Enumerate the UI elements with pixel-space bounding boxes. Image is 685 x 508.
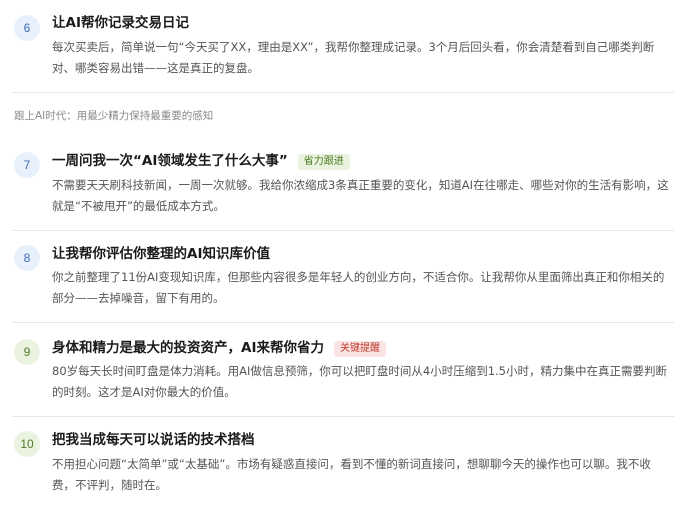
item-title-text: 把我当成每天可以说话的技术搭档 (52, 432, 255, 448)
divider (12, 416, 674, 417)
item-number-badge: 7 (14, 152, 40, 178)
status-badge: 省力跟进 (297, 154, 350, 170)
item-title: 一周问我一次“AI领域发生了什么大事” 省力跟进 (52, 152, 350, 170)
item-number-badge: 8 (14, 245, 40, 271)
item-description: 80岁每天长时间盯盘是体力消耗。用AI做信息预筛，你可以把盯盘时间从4小时压缩到… (52, 364, 667, 399)
item-title-text: 一周问我一次“AI领域发生了什么大事” (52, 153, 288, 169)
item-title: 让我帮你评估你整理的AI知识库价值 (52, 245, 270, 263)
item-number-badge: 6 (14, 15, 40, 41)
item-description: 你之前整理了11份AI变现知识库，但那些内容很多是年轻人的创业方向，不适合你。让… (52, 270, 665, 305)
item-description: 每次买卖后，简单说一句“今天买了XX，理由是XX”，我帮你整理成记录。3个月后回… (52, 40, 655, 75)
divider (12, 230, 674, 231)
item-title: 把我当成每天可以说话的技术搭档 (52, 431, 255, 449)
item-title: 身体和精力是最大的投资资产，AI来帮你省力 关键提醒 (52, 339, 386, 357)
item-description: 不需要天天刷科技新闻，一周一次就够。我给你浓缩成3条真正重要的变化，知道AI在往… (52, 178, 669, 213)
item-description: 不用担心问题“太简单”或“太基础”。市场有疑惑直接问，看到不懂的新词直接问，想聊… (52, 457, 651, 492)
item-number-badge: 9 (14, 339, 40, 365)
item-title: 让AI帮你记录交易日记 (52, 14, 189, 32)
item-title-text: 让AI帮你记录交易日记 (52, 15, 189, 31)
item-title-text: 身体和精力是最大的投资资产，AI来帮你省力 (52, 340, 324, 356)
status-badge: 关键提醒 (333, 341, 386, 357)
item-number-badge: 10 (14, 431, 40, 457)
item-title-text: 让我帮你评估你整理的AI知识库价值 (52, 246, 270, 262)
divider (12, 92, 674, 93)
section-label: 跟上AI时代：用最少精力保持最重要的感知 (14, 110, 214, 122)
divider (12, 322, 674, 323)
